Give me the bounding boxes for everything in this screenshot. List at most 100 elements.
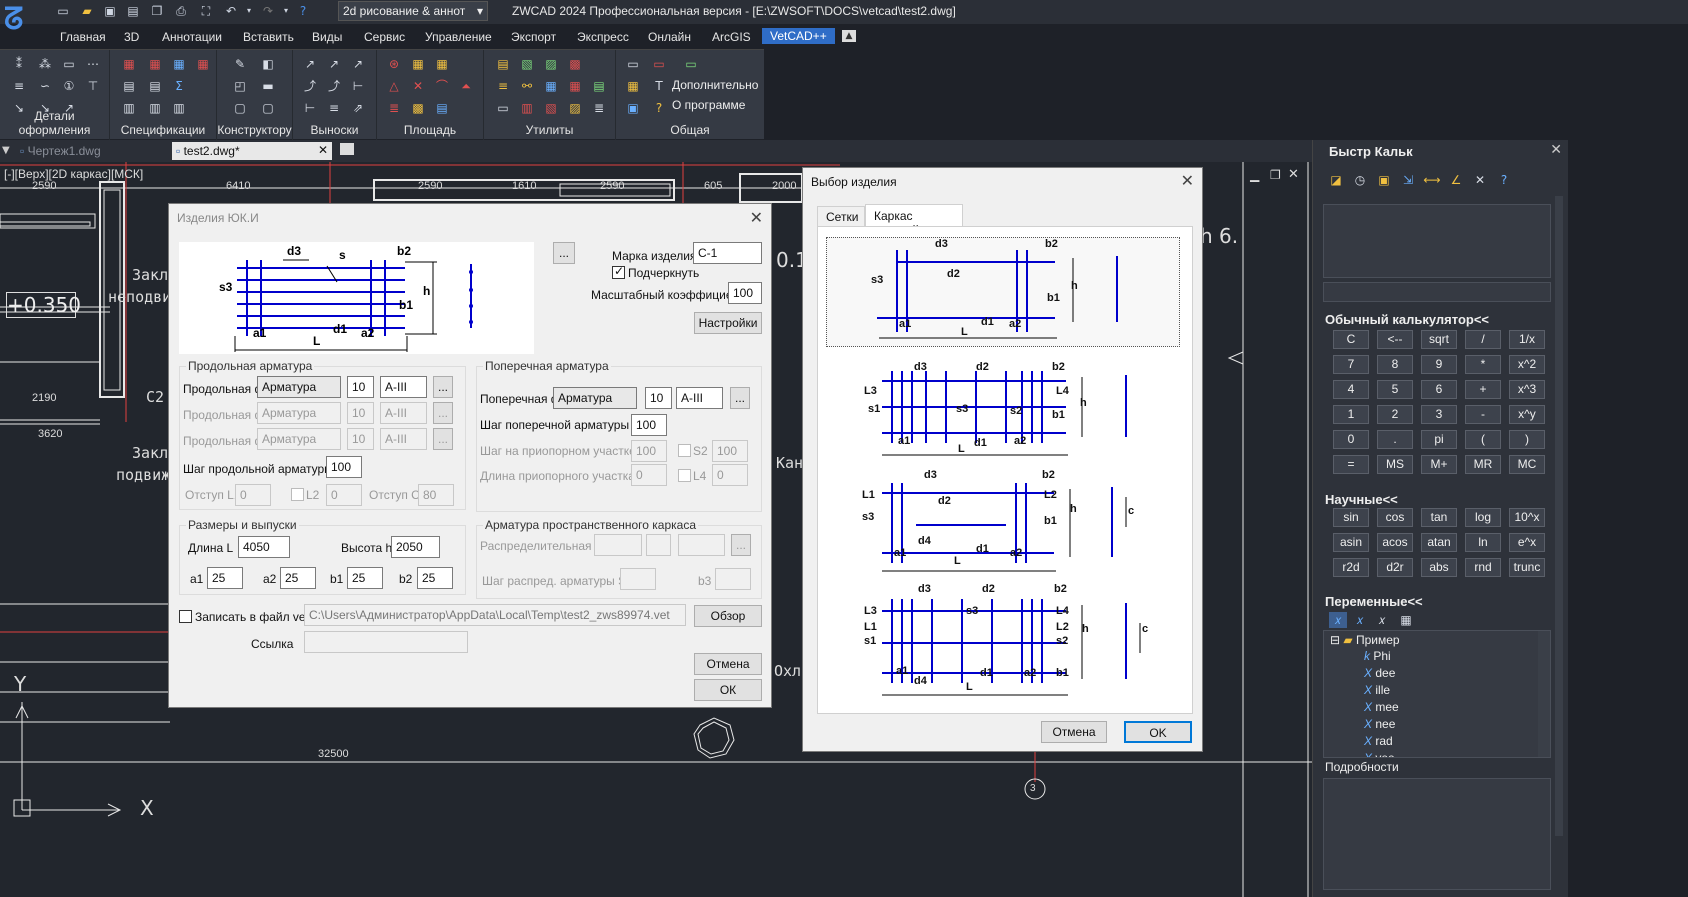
undo-icon[interactable]: ↶	[222, 2, 240, 20]
calc-key[interactable]: )	[1509, 430, 1545, 449]
tool-icon[interactable]: ≡	[10, 78, 28, 94]
menu-vetcad[interactable]: VetCAD++	[762, 28, 835, 44]
long-d4-class[interactable]: А-III	[380, 428, 427, 450]
print-icon[interactable]: ⎙	[172, 2, 190, 20]
long-d4-diameter[interactable]: 10	[347, 428, 374, 450]
area-icon[interactable]: ✕	[409, 78, 427, 94]
step-s1-input[interactable]: 100	[631, 440, 667, 462]
viewport-label[interactable]: [-][Верх][2D каркас][МСК]	[4, 167, 143, 181]
calc-key[interactable]: 5	[1377, 380, 1413, 399]
sum-icon[interactable]: Σ	[170, 78, 188, 94]
frame-item-1[interactable]: d3 b2 d2 s3 h b1 a1 d1 a2 L	[826, 237, 1180, 347]
area-icon[interactable]: ≣	[385, 100, 403, 116]
new-tab-icon[interactable]	[340, 143, 354, 155]
sci-key[interactable]: ln	[1465, 533, 1501, 552]
cross-d3-class[interactable]: А-III	[676, 387, 723, 409]
tool-icon[interactable]: ⁂	[36, 56, 54, 72]
sci-section-title[interactable]: Научные<<	[1325, 492, 1398, 507]
calc-key[interactable]: 3	[1421, 405, 1457, 424]
close-icon[interactable]: ✕	[750, 208, 763, 227]
ok-button[interactable]: OK	[1124, 721, 1192, 743]
restore-icon[interactable]: ❐	[1270, 168, 1281, 182]
edit-var-icon[interactable]: 𝑥	[1351, 612, 1369, 628]
utility-icon[interactable]: ▭	[494, 100, 512, 116]
leader-icon[interactable]: ↗	[325, 56, 343, 72]
underline-checkbox[interactable]	[612, 264, 625, 279]
general-icon[interactable]: ▣	[624, 100, 642, 116]
long-d1-diameter[interactable]: 10	[347, 376, 374, 398]
sci-key[interactable]: log	[1465, 508, 1501, 527]
file-path-input[interactable]: C:\Users\Администратор\AppData\Local\Tem…	[304, 604, 686, 626]
calc-key[interactable]: 0	[1333, 430, 1369, 449]
save-as-icon[interactable]: ▤	[124, 2, 142, 20]
undo-dropdown-icon[interactable]: ▾	[240, 2, 258, 20]
mark-input[interactable]: С-1	[693, 242, 762, 264]
pencil-icon[interactable]: ✎	[231, 56, 249, 72]
intersection-icon[interactable]: ✕	[1471, 172, 1489, 188]
area-icon[interactable]: ▦	[409, 56, 427, 72]
utility-icon[interactable]: ▧	[518, 56, 536, 72]
area-icon[interactable]: ⌒	[433, 78, 451, 94]
calc-key[interactable]: 4	[1333, 380, 1369, 399]
write-file-checkbox[interactable]	[179, 610, 192, 623]
calc-key[interactable]: =	[1333, 455, 1369, 474]
menu-arcgis[interactable]: ArcGIS	[712, 30, 751, 44]
close-icon[interactable]: ✕	[1288, 167, 1299, 182]
var-item[interactable]: k Phi	[1364, 649, 1391, 663]
cancel-button[interactable]: Отмена	[694, 653, 762, 675]
calc-key[interactable]: x^3	[1509, 380, 1545, 399]
close-icon[interactable]: ✕	[1181, 171, 1194, 190]
close-icon[interactable]: ✕	[1550, 142, 1562, 158]
a1-input[interactable]: 25	[207, 567, 243, 589]
cross-d3-diameter[interactable]: 10	[645, 387, 672, 409]
dist-d5-class[interactable]	[678, 534, 725, 556]
sci-key[interactable]: e^x	[1509, 533, 1545, 552]
menu-insert[interactable]: Вставить	[243, 30, 294, 44]
cancel-button[interactable]: Отмена	[1041, 721, 1107, 743]
tool-icon[interactable]: ①	[60, 78, 78, 94]
sci-key[interactable]: abs	[1421, 558, 1457, 577]
publish-icon[interactable]: ❐	[148, 2, 166, 20]
tool-icon[interactable]: ⋯	[84, 56, 102, 72]
calc-var-icon[interactable]: ▦	[1397, 612, 1415, 628]
tab-drawing1[interactable]: ▫ Чертеж1.dwg	[16, 142, 166, 160]
redo-icon[interactable]: ↷	[259, 2, 277, 20]
workspace-dropdown[interactable]: 2d рисование & аннот ▾	[338, 1, 488, 21]
tool-icon[interactable]: ▭	[60, 56, 78, 72]
tab-meshes[interactable]: Сетки	[817, 206, 865, 226]
utility-icon[interactable]: ▤	[590, 78, 608, 94]
calc-key[interactable]: M+	[1421, 455, 1457, 474]
calc-key[interactable]: +	[1465, 380, 1501, 399]
scale-input[interactable]: 100	[728, 282, 762, 304]
utility-icon[interactable]: ≡	[494, 78, 512, 94]
calc-key[interactable]: -	[1465, 405, 1501, 424]
clear-icon[interactable]: ◪	[1327, 172, 1345, 188]
leader-icon[interactable]: ↗	[301, 56, 319, 72]
utility-icon[interactable]: ▦	[566, 78, 584, 94]
step-s3-input[interactable]: 100	[631, 414, 667, 436]
paste-icon[interactable]: ▣	[1375, 172, 1393, 188]
history-icon[interactable]: ◷	[1351, 172, 1369, 188]
menu-home[interactable]: Главная	[60, 30, 106, 44]
calc-key[interactable]: *	[1465, 355, 1501, 374]
var-item[interactable]: X rad	[1364, 734, 1393, 748]
calc-key[interactable]: MC	[1509, 455, 1545, 474]
table-icon[interactable]: ▥	[120, 100, 138, 116]
area-icon[interactable]: ▩	[409, 100, 427, 116]
panel-scrollbar[interactable]	[1555, 196, 1563, 836]
long-d2-class[interactable]: А-III	[380, 402, 427, 424]
frame-item-3[interactable]: d3 b2 L1 d2 L2 s3 b1 h c d4 a1 d1 a2 L	[826, 467, 1180, 577]
b3-input[interactable]	[715, 568, 751, 590]
menu-view[interactable]: Виды	[312, 30, 342, 44]
browse-sketch-button[interactable]: ...	[553, 242, 575, 264]
sci-key[interactable]: atan	[1421, 533, 1457, 552]
b1-input[interactable]: 25	[347, 567, 383, 589]
dist-d5-kind[interactable]	[594, 534, 642, 556]
utility-icon[interactable]: ▨	[566, 100, 584, 116]
calc-key[interactable]: .	[1377, 430, 1413, 449]
var-item[interactable]: X vee	[1364, 751, 1395, 757]
tool-icon[interactable]: ∽	[36, 78, 54, 94]
sci-key[interactable]: cos	[1377, 508, 1413, 527]
tree-root[interactable]: ⊟ ▰ Пример	[1330, 633, 1400, 647]
var-item[interactable]: X dee	[1364, 666, 1395, 680]
